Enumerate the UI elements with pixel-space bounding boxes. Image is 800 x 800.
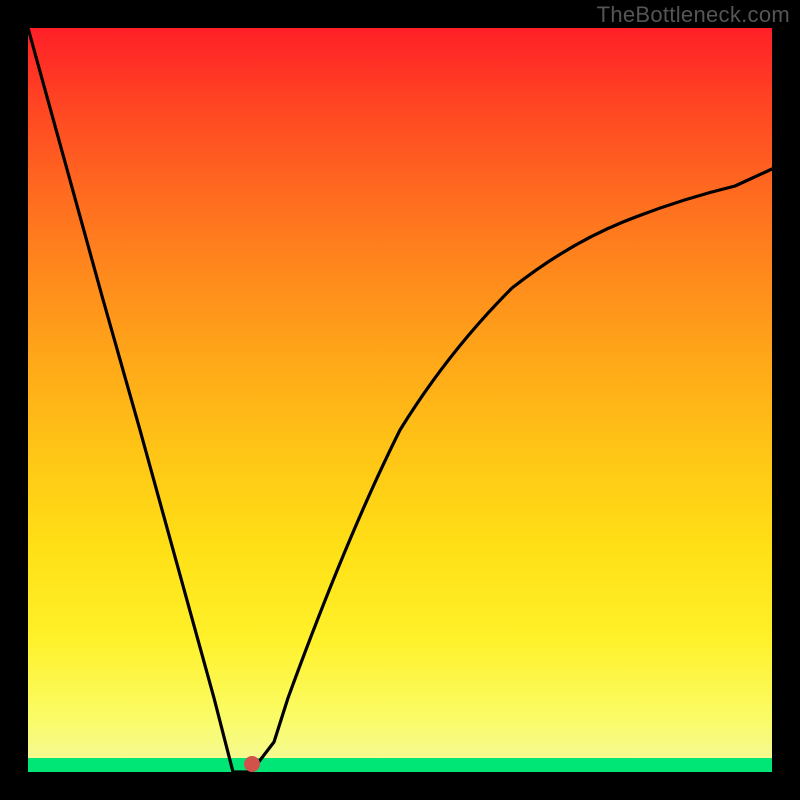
chart-frame: TheBottleneck.com: [0, 0, 800, 800]
min-point-marker: [244, 756, 260, 772]
curve-svg: [28, 28, 772, 772]
watermark-text: TheBottleneck.com: [597, 2, 790, 28]
bottleneck-curve: [28, 28, 772, 772]
plot-area: [28, 28, 772, 772]
